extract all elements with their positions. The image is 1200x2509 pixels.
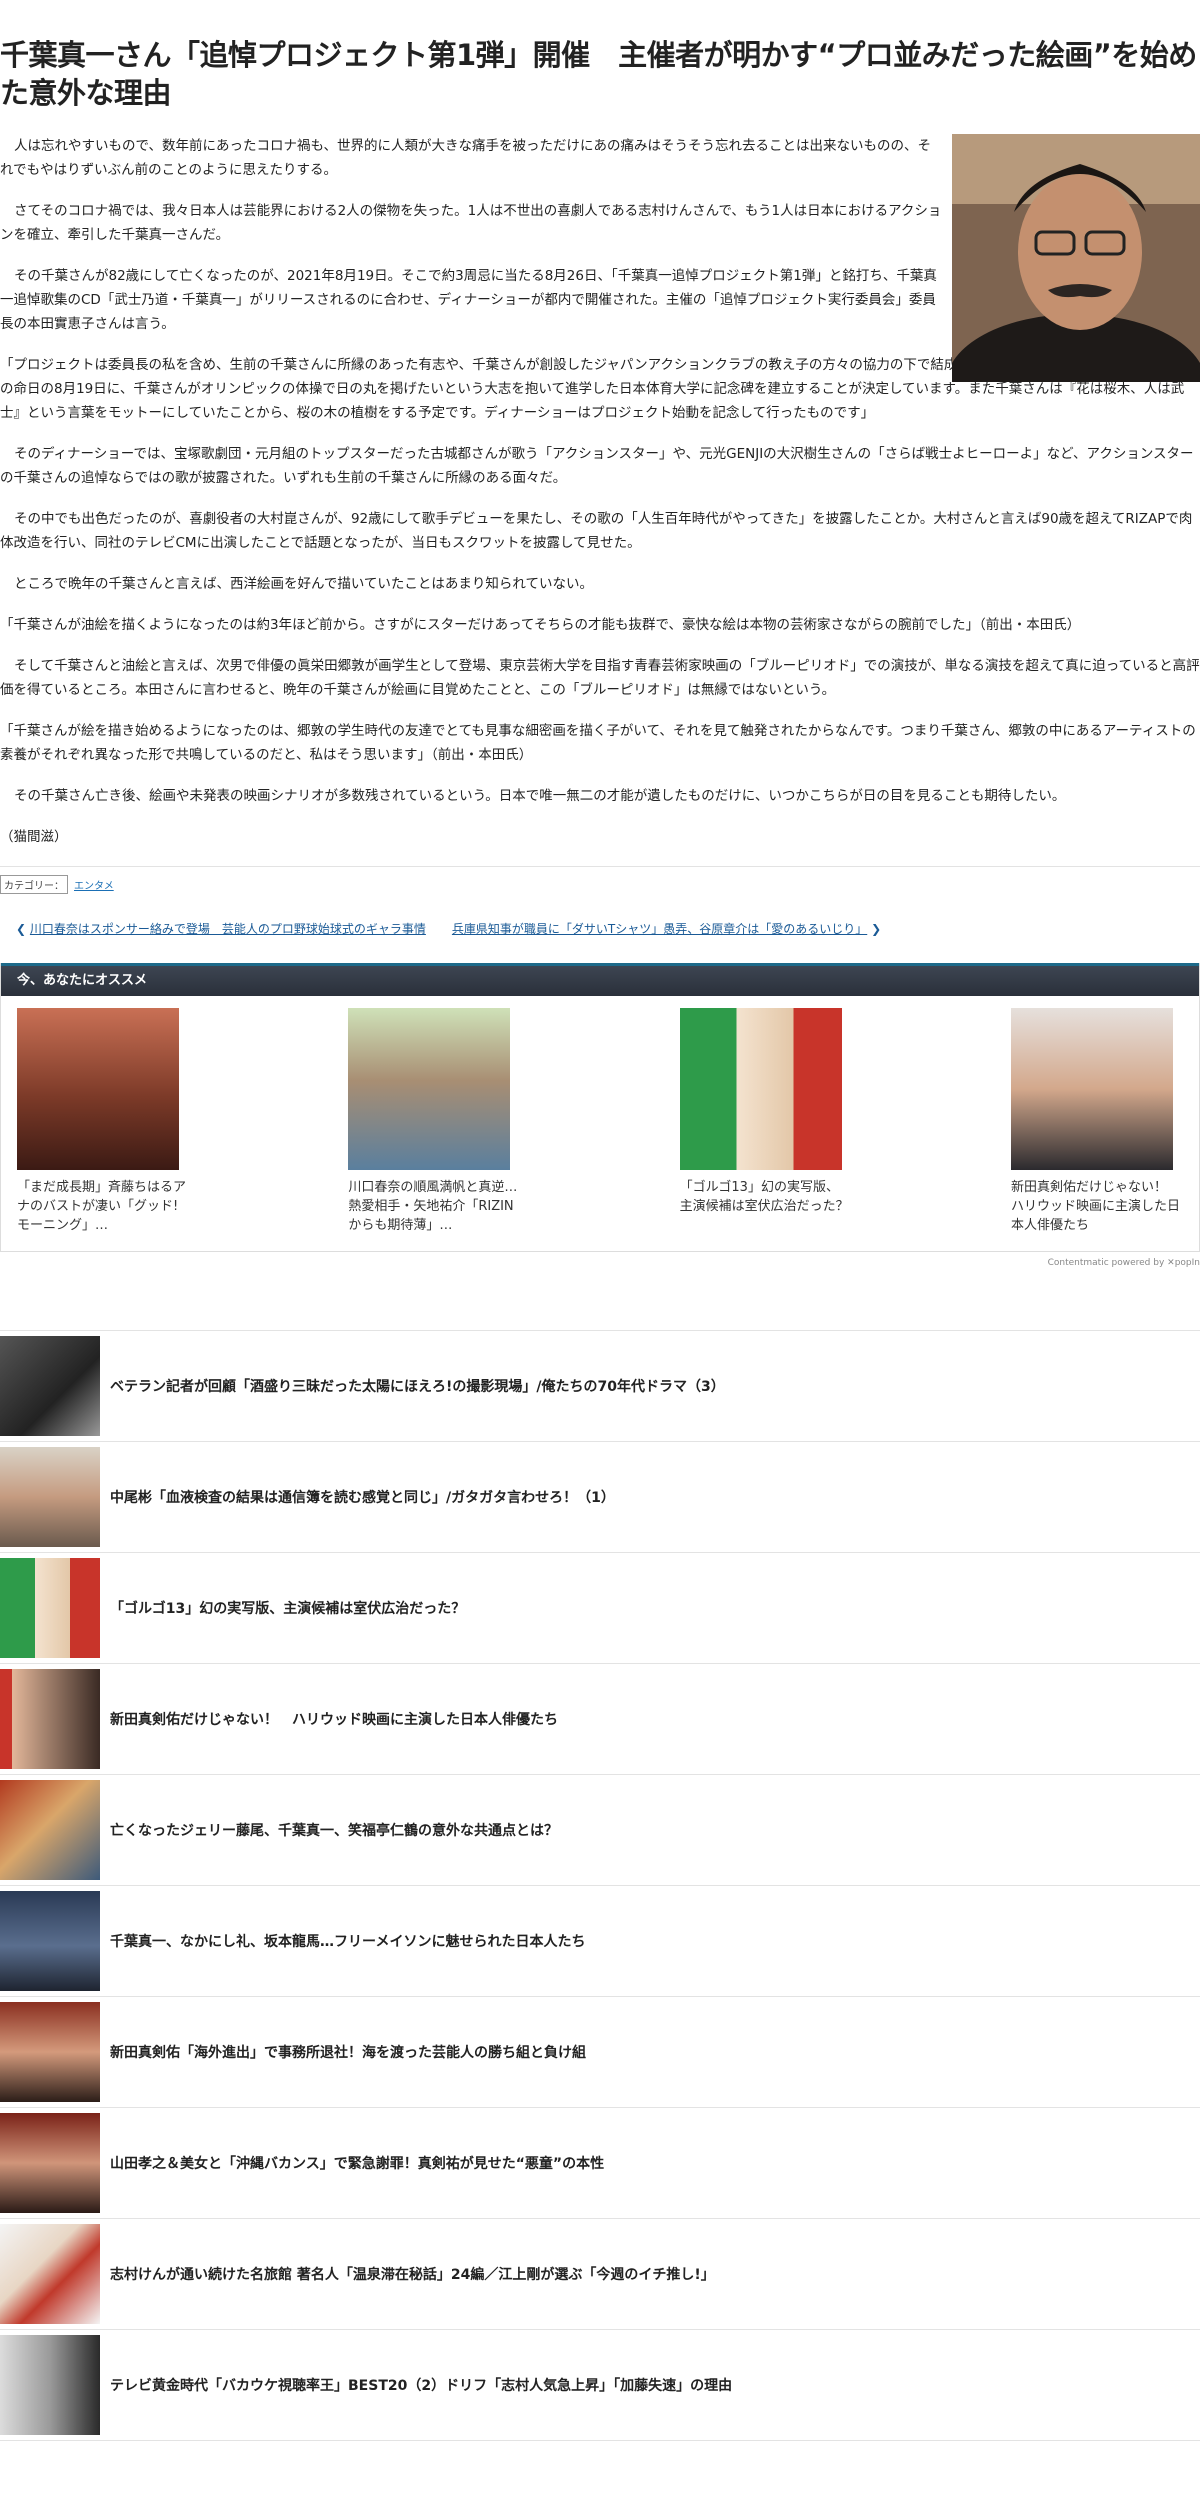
article-paragraph: 「千葉さんが絵を描き始めるようになったのは、郷敦の学生時代の友達でとても見事な細… [0, 723, 1196, 763]
related-thumbnail[interactable] [0, 1558, 100, 1658]
related-thumbnail[interactable] [0, 1447, 100, 1547]
recommend-heading: 今、あなたにオススメ [1, 963, 1199, 996]
article-paragraph: その千葉さんが82歳にして亡くなったのが、2021年8月19日。そこで約3周忌に… [0, 268, 937, 332]
related-thumbnail[interactable] [0, 1891, 100, 1991]
recommend-item[interactable]: 新田真剣佑だけじゃない！ ハリウッド映画に主演した日本人俳優たち [1010, 1008, 1181, 1235]
article-nav: ❮ 川口春奈はスポンサー絡みで登場 芸能人のプロ野球始球式のギャラ事情 兵庫県知… [0, 920, 1200, 937]
related-item[interactable]: 亡くなったジェリー藤尾、千葉真一、笑福亭仁鶴の意外な共通点とは？ [0, 1774, 1200, 1885]
article-paragraph: その中でも出色だったのが、喜劇役者の大村崑さんが、92歳にして歌手デビューを果た… [0, 511, 1193, 551]
related-title[interactable]: テレビ黄金時代「バカウケ視聴率王」BEST20（2）ドリフ「志村人気急上昇」「加… [110, 2375, 732, 2395]
related-item[interactable]: 新田真剣佑「海外進出」で事務所退社！海を渡った芸能人の勝ち組と負け組 [0, 1996, 1200, 2107]
recommend-caption[interactable]: 「まだ成長期」斉藤ちはるアナのバストが凄い「グッド!モーニング」… [17, 1178, 187, 1235]
related-title[interactable]: 志村けんが通い続けた名旅館 著名人「温泉滞在秘話」24編／江上剛が選ぶ「今週のイ… [110, 2264, 715, 2284]
related-title[interactable]: 山田孝之＆美女と「沖縄バカンス」で緊急謝罪！真剣祐が見せた“悪童”の本性 [110, 2153, 604, 2173]
article-photo [952, 134, 1200, 382]
recommend-image[interactable] [348, 1008, 511, 1170]
recommend-image[interactable] [679, 1008, 842, 1170]
category-row: カテゴリー： エンタメ [0, 875, 1200, 894]
related-thumbnail[interactable] [0, 1336, 100, 1436]
related-item[interactable]: テレビ黄金時代「バカウケ視聴率王」BEST20（2）ドリフ「志村人気急上昇」「加… [0, 2329, 1200, 2441]
article-paragraph: ところで晩年の千葉さんと言えば、西洋絵画を好んで描いていたことはあまり知られてい… [14, 576, 594, 592]
article-credit: （猫間滋） [0, 829, 68, 845]
related-title[interactable]: 千葉真一、なかにし礼、坂本龍馬…フリーメイソンに魅せられた日本人たち [110, 1931, 585, 1951]
recommend-box: 今、あなたにオススメ 「まだ成長期」斉藤ちはるアナのバストが凄い「グッド!モーニ… [0, 963, 1200, 1252]
powered-by[interactable]: Contentmatic powered by ✕popIn [0, 1252, 1200, 1268]
related-item[interactable]: 新田真剣佑だけじゃない！ ハリウッド映画に主演した日本人俳優たち [0, 1663, 1200, 1774]
related-title[interactable]: 新田真剣佑「海外進出」で事務所退社！海を渡った芸能人の勝ち組と負け組 [110, 2042, 586, 2062]
article-paragraph: そのディナーショーでは、宝塚歌劇団・元月組のトップスターだった古城都さんが歌う「… [0, 446, 1194, 486]
category-label: カテゴリー： [0, 875, 68, 894]
recommend-caption[interactable]: 「ゴルゴ13」幻の実写版、主演候補は室伏広治だった？ [680, 1178, 850, 1216]
related-thumbnail[interactable] [0, 2335, 100, 2435]
related-item[interactable]: ベテラン記者が回顧「酒盛り三昧だった太陽にほえろ!の撮影現場」/俺たちの70年代… [0, 1330, 1200, 1441]
chevron-left-icon: ❮ [16, 922, 27, 936]
article-paragraph: さてそのコロナ禍では、我々日本人は芸能界における2人の傑物を失った。1人は不世出… [0, 203, 942, 243]
article-title: 千葉真一さん「追悼プロジェクト第1弾」開催 主催者が明かす“プロ並みだった絵画”… [0, 38, 1197, 110]
related-title[interactable]: ベテラン記者が回顧「酒盛り三昧だった太陽にほえろ!の撮影現場」/俺たちの70年代… [110, 1376, 725, 1396]
prev-article-link[interactable]: ❮ 川口春奈はスポンサー絡みで登場 芸能人のプロ野球始球式のギャラ事情 [16, 920, 426, 937]
recommend-image[interactable] [17, 1008, 179, 1170]
category-link[interactable]: エンタメ [74, 877, 114, 892]
related-item[interactable]: 志村けんが通い続けた名旅館 著名人「温泉滞在秘話」24編／江上剛が選ぶ「今週のイ… [0, 2218, 1200, 2329]
article-paragraph: 人は忘れやすいもので、数年前にあったコロナ禍も、世界的に人類が大きな痛手を被った… [0, 138, 932, 178]
prev-article-title[interactable]: 川口春奈はスポンサー絡みで登場 芸能人のプロ野球始球式のギャラ事情 [30, 922, 426, 936]
related-item[interactable]: 山田孝之＆美女と「沖縄バカンス」で緊急謝罪！真剣祐が見せた“悪童”の本性 [0, 2107, 1200, 2218]
next-article-title[interactable]: 兵庫県知事が職員に「ダサいTシャツ」愚弄、谷原章介は「愛のあるいじり」 [452, 922, 867, 936]
related-title[interactable]: 新田真剣佑だけじゃない！ ハリウッド映画に主演した日本人俳優たち [110, 1709, 558, 1729]
recommend-caption[interactable]: 新田真剣佑だけじゃない！ ハリウッド映画に主演した日本人俳優たち [1011, 1178, 1181, 1235]
related-list: ベテラン記者が回顧「酒盛り三昧だった太陽にほえろ!の撮影現場」/俺たちの70年代… [0, 1330, 1200, 2441]
related-thumbnail[interactable] [0, 1669, 100, 1769]
related-thumbnail[interactable] [0, 1780, 100, 1880]
article-paragraph: その千葉さん亡き後、絵画や未発表の映画シナリオが多数残されているという。日本で唯… [14, 788, 1066, 804]
related-title[interactable]: 「ゴルゴ13」幻の実写版、主演候補は室伏広治だった？ [110, 1598, 465, 1618]
page: 千葉真一さん「追悼プロジェクト第1弾」開催 主催者が明かす“プロ並みだった絵画”… [0, 0, 1200, 2441]
article-body: 人は忘れやすいもので、数年前にあったコロナ禍も、世界的に人類が大きな痛手を被った… [0, 134, 1200, 849]
recommend-item[interactable]: 「まだ成長期」斉藤ちはるアナのバストが凄い「グッド!モーニング」… [17, 1008, 187, 1235]
recommend-caption[interactable]: 川口春奈の順風満帆と真逆…熱愛相手・矢地祐介「RIZINからも期待薄」… [348, 1178, 518, 1235]
chevron-right-icon: ❯ [871, 922, 882, 936]
recommend-image[interactable] [1010, 1008, 1173, 1170]
related-thumbnail[interactable] [0, 2224, 100, 2324]
related-item[interactable]: 千葉真一、なかにし礼、坂本龍馬…フリーメイソンに魅せられた日本人たち [0, 1885, 1200, 1996]
divider [0, 866, 1200, 867]
article-paragraph: 「千葉さんが油絵を描くようになったのは約3年ほど前から。さすがにスターだけあって… [0, 617, 1081, 633]
related-thumbnail[interactable] [0, 2002, 100, 2102]
related-item[interactable]: 中尾彬「血液検査の結果は通信簿を読む感覚と同じ」/ガタガタ言わせろ！（1） [0, 1441, 1200, 1552]
recommend-item[interactable]: 川口春奈の順風満帆と真逆…熱愛相手・矢地祐介「RIZINからも期待薄」… [348, 1008, 518, 1235]
next-article-link[interactable]: 兵庫県知事が職員に「ダサいTシャツ」愚弄、谷原章介は「愛のあるいじり」 ❯ [452, 920, 881, 937]
related-title[interactable]: 中尾彬「血液検査の結果は通信簿を読む感覚と同じ」/ガタガタ言わせろ！（1） [110, 1487, 615, 1507]
article-paragraph: そして千葉さんと油絵と言えば、次男で俳優の眞栄田郷敦が画学生として登場、東京芸術… [0, 658, 1200, 698]
related-title[interactable]: 亡くなったジェリー藤尾、千葉真一、笑福亭仁鶴の意外な共通点とは？ [110, 1820, 558, 1840]
related-thumbnail[interactable] [0, 2113, 100, 2213]
recommend-item[interactable]: 「ゴルゴ13」幻の実写版、主演候補は室伏広治だった？ [679, 1008, 850, 1235]
related-item[interactable]: 「ゴルゴ13」幻の実写版、主演候補は室伏広治だった？ [0, 1552, 1200, 1663]
recommend-grid: 「まだ成長期」斉藤ちはるアナのバストが凄い「グッド!モーニング」… 川口春奈の順… [1, 996, 1199, 1251]
